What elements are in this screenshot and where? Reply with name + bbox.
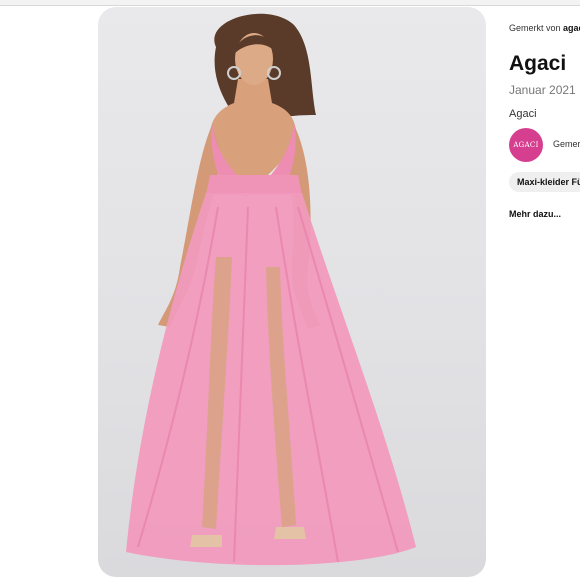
left-shoe [190, 535, 222, 547]
pin-image[interactable] [98, 7, 486, 577]
source-avatar[interactable]: AGACI [509, 128, 543, 162]
avatar-caption: Gemerkt [553, 139, 580, 149]
dress-illustration [126, 13, 416, 566]
dress-waistband [206, 175, 302, 195]
right-shoe [274, 527, 306, 539]
avatar-text: AGACI [513, 141, 539, 149]
tag-chip[interactable]: Maxi-kleider Fü [509, 172, 580, 192]
more-link[interactable]: Mehr dazu... [509, 209, 561, 219]
pin-details-panel: Gemerkt von agaci Agaci Januar 2021 Agac… [500, 0, 580, 580]
saved-by-line: Gemerkt von agaci [509, 23, 580, 33]
browser-top-strip [0, 0, 580, 6]
pin-title: Agaci [509, 52, 567, 75]
saved-by-prefix: Gemerkt von [509, 23, 561, 33]
pin-date: Januar 2021 [509, 83, 576, 97]
dress-skirt [126, 193, 416, 566]
source-name: Agaci [509, 108, 537, 120]
saved-by-user-link[interactable]: agaci [563, 23, 580, 33]
